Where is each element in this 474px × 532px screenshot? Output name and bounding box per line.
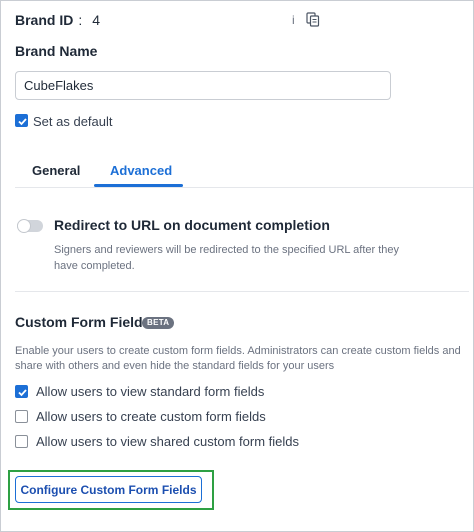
view-shared-fields-label: Allow users to view shared custom form f… xyxy=(36,434,299,449)
brand-name-label: Brand Name xyxy=(15,43,98,59)
custom-form-fields-description: Enable your users to create custom form … xyxy=(15,345,461,372)
redirect-description: Signers and reviewers will be redirected… xyxy=(54,244,400,272)
brand-name-input[interactable] xyxy=(15,71,391,100)
toggle-knob xyxy=(17,219,31,233)
create-custom-fields-label: Allow users to create custom form fields xyxy=(36,409,266,424)
view-shared-fields-checkbox[interactable] xyxy=(15,435,28,448)
brand-id-value: 4 xyxy=(92,12,101,28)
brand-id-value-tail: i xyxy=(292,13,295,27)
set-as-default-label: Set as default xyxy=(33,114,113,129)
brand-id-label: Brand ID xyxy=(15,12,74,28)
tab-general[interactable]: General xyxy=(32,163,80,178)
checkmark-icon xyxy=(18,118,27,126)
section-divider xyxy=(15,291,469,292)
checkmark-icon xyxy=(18,389,27,397)
redirect-toggle[interactable] xyxy=(17,219,43,233)
active-tab-indicator xyxy=(94,184,183,187)
tab-advanced[interactable]: Advanced xyxy=(110,163,172,178)
brand-id-row: Brand ID : 4 i xyxy=(15,12,320,28)
beta-badge: BETA xyxy=(142,317,175,329)
copy-icon[interactable] xyxy=(306,12,320,27)
redirect-title: Redirect to URL on document completion xyxy=(54,217,330,233)
view-standard-fields-checkbox[interactable] xyxy=(15,385,28,398)
settings-panel: Brand ID : 4 i Brand Name Set as default… xyxy=(0,0,474,532)
brand-id-colon: : xyxy=(78,12,83,28)
tabs-divider xyxy=(15,187,473,188)
custom-form-fields-title: Custom Form Fields xyxy=(15,314,151,330)
view-standard-fields-label: Allow users to view standard form fields xyxy=(36,384,265,399)
set-as-default-checkbox[interactable] xyxy=(15,114,28,127)
create-custom-fields-checkbox[interactable] xyxy=(15,410,28,423)
configure-custom-form-fields-button[interactable]: Configure Custom Form Fields xyxy=(15,476,202,503)
